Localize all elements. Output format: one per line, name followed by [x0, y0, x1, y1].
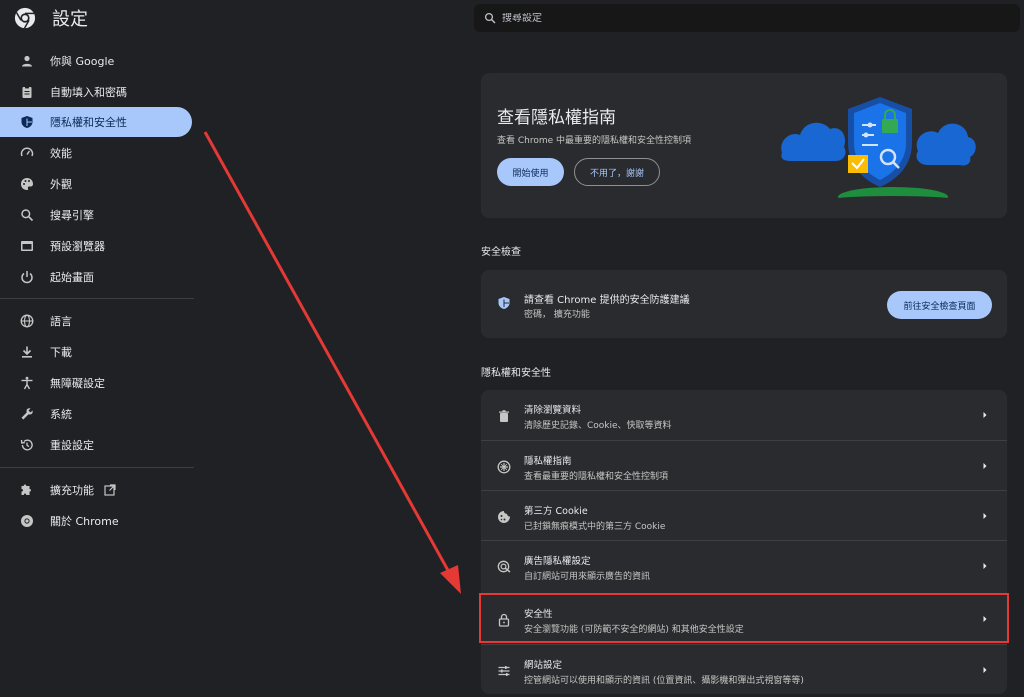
shield-icon: [498, 297, 510, 309]
security-row[interactable]: 安全性 安全瀏覽功能 (可防範不安全的網站) 和其他安全性設定: [481, 593, 1007, 643]
lock-icon: [497, 612, 511, 627]
trash-icon: [497, 408, 511, 422]
sidebar-item-label: 下載: [50, 346, 72, 359]
sidebar-item-search-engine[interactable]: 搜尋引擎: [0, 200, 192, 230]
sidebar-item-appearance[interactable]: 外觀: [0, 169, 192, 199]
sidebar-divider: [0, 298, 194, 299]
sidebar-item-label: 無障礙設定: [50, 377, 105, 390]
chevron-right-icon: [983, 412, 987, 418]
sidebar-item-label: 預設瀏覽器: [50, 240, 105, 253]
chevron-right-icon: [983, 513, 987, 519]
shield-icon: [20, 115, 34, 129]
sidebar-item-label: 起始畫面: [50, 271, 94, 284]
sidebar-item-default-browser[interactable]: 預設瀏覽器: [0, 231, 192, 261]
sidebar-item-system[interactable]: 系統: [0, 399, 192, 429]
privacy-guide-illustration: [781, 97, 976, 203]
power-icon: [20, 270, 34, 284]
chrome-icon: [20, 514, 34, 528]
sidebar-item-performance[interactable]: 效能: [0, 138, 192, 168]
sidebar-item-accessibility[interactable]: 無障礙設定: [0, 368, 192, 398]
row-subtitle: 查看最重要的隱私權和安全性控制項: [524, 472, 669, 482]
privacy-guide-row[interactable]: 隱私權指南 查看最重要的隱私權和安全性控制項: [481, 440, 1007, 490]
palette-icon: [20, 177, 34, 191]
get-started-button[interactable]: 開始使用: [497, 158, 564, 186]
sidebar: 設定 你與 Google 自動填入和密碼 隱私權和安全性 效能 外觀 搜尋引擎 …: [0, 0, 200, 697]
row-title: 清除瀏覽資料: [524, 405, 582, 416]
sidebar-item-label: 隱私權和安全性: [50, 116, 127, 129]
globe-icon: [20, 314, 34, 328]
wrench-icon: [20, 407, 34, 421]
sidebar-item-autofill[interactable]: 自動填入和密碼: [0, 77, 192, 107]
chevron-right-icon: [983, 616, 987, 622]
safety-check-subtitle: 密碼， 擴充功能: [524, 310, 590, 320]
safety-check-section-title: 安全檢查: [481, 247, 521, 258]
chevron-right-icon: [983, 563, 987, 569]
sidebar-item-you-and-google[interactable]: 你與 Google: [0, 46, 192, 76]
row-subtitle: 安全瀏覽功能 (可防範不安全的網站) 和其他安全性設定: [524, 625, 744, 635]
privacy-section-title: 隱私權和安全性: [481, 368, 551, 379]
external-link-icon: [104, 484, 116, 496]
search-icon: [20, 208, 34, 222]
cookie-icon: [497, 509, 511, 523]
sidebar-item-about-chrome[interactable]: 關於 Chrome: [0, 506, 192, 536]
search-icon: [484, 12, 496, 24]
third-party-cookies-row[interactable]: 第三方 Cookie 已封鎖無痕模式中的第三方 Cookie: [481, 490, 1007, 540]
safety-check-title: 請查看 Chrome 提供的安全防護建議: [524, 295, 690, 306]
row-title: 安全性: [524, 609, 553, 620]
go-to-safety-check-button[interactable]: 前往安全檢查頁面: [887, 291, 992, 319]
page-title: 設定: [52, 9, 88, 30]
ad-privacy-icon: [497, 559, 511, 573]
no-thanks-button[interactable]: 不用了，謝謝: [574, 158, 660, 186]
chrome-logo-icon: [14, 7, 36, 29]
privacy-settings-list: 清除瀏覽資料 清除歷史記錄、Cookie、快取等資料 隱私權指南 查看最重要的隱…: [481, 390, 1007, 694]
row-subtitle: 控管網站可以使用和顯示的資訊 (位置資訊、攝影機和彈出式視窗等等): [524, 676, 804, 686]
accessibility-icon: [20, 376, 34, 390]
site-settings-row[interactable]: 網站設定 控管網站可以使用和顯示的資訊 (位置資訊、攝影機和彈出式視窗等等): [481, 644, 1007, 694]
row-title: 隱私權指南: [524, 456, 572, 467]
sidebar-item-label: 重設設定: [50, 439, 94, 452]
sliders-icon: [497, 663, 511, 677]
download-icon: [20, 345, 34, 359]
chevron-right-icon: [983, 667, 987, 673]
ad-privacy-row[interactable]: 廣告隱私權設定 自訂網站可用來顯示廣告的資訊: [481, 540, 1007, 590]
chevron-right-icon: [983, 463, 987, 469]
gauge-icon: [20, 146, 34, 160]
sidebar-item-reset-settings[interactable]: 重設設定: [0, 430, 192, 460]
privacy-guide-promo-card: 查看隱私權指南 查看 Chrome 中最重要的隱私權和安全性控制項 開始使用 不…: [481, 73, 1007, 218]
sidebar-item-label: 自動填入和密碼: [50, 86, 127, 99]
sidebar-item-label: 外觀: [50, 178, 72, 191]
sidebar-item-label: 你與 Google: [50, 55, 115, 68]
clipboard-icon: [20, 85, 34, 99]
promo-subtitle: 查看 Chrome 中最重要的隱私權和安全性控制項: [497, 136, 692, 146]
sidebar-divider: [0, 467, 194, 468]
brand: 設定: [14, 6, 88, 30]
sidebar-item-languages[interactable]: 語言: [0, 306, 192, 336]
sidebar-item-downloads[interactable]: 下載: [0, 337, 192, 367]
sidebar-item-label: 搜尋引擎: [50, 209, 94, 222]
row-subtitle: 清除歷史記錄、Cookie、快取等資料: [524, 421, 672, 431]
sidebar-item-label: 效能: [50, 147, 72, 160]
sidebar-item-label: 擴充功能: [50, 484, 94, 497]
search-bar[interactable]: [474, 4, 1020, 32]
puzzle-icon: [20, 483, 34, 497]
sidebar-item-extensions[interactable]: 擴充功能: [0, 475, 192, 505]
row-title: 第三方 Cookie: [524, 506, 588, 517]
history-icon: [20, 438, 34, 452]
compass-icon: [497, 459, 511, 474]
row-subtitle: 自訂網站可用來顯示廣告的資訊: [524, 572, 651, 582]
browser-icon: [20, 239, 34, 253]
row-subtitle: 已封鎖無痕模式中的第三方 Cookie: [524, 522, 666, 532]
sidebar-item-on-startup[interactable]: 起始畫面: [0, 262, 192, 292]
sidebar-item-label: 關於 Chrome: [50, 515, 119, 528]
sidebar-item-label: 語言: [50, 315, 72, 328]
safety-check-card: 請查看 Chrome 提供的安全防護建議 密碼， 擴充功能 前往安全檢查頁面: [481, 270, 1007, 338]
row-title: 廣告隱私權設定: [524, 556, 591, 567]
clear-browsing-data-row[interactable]: 清除瀏覽資料 清除歷史記錄、Cookie、快取等資料: [481, 390, 1007, 440]
sidebar-item-label: 系統: [50, 408, 72, 421]
row-title: 網站設定: [524, 660, 563, 671]
promo-title: 查看隱私權指南: [497, 108, 616, 128]
person-icon: [20, 54, 34, 68]
sidebar-item-privacy-security[interactable]: 隱私權和安全性: [0, 107, 192, 137]
search-input[interactable]: [502, 12, 982, 24]
